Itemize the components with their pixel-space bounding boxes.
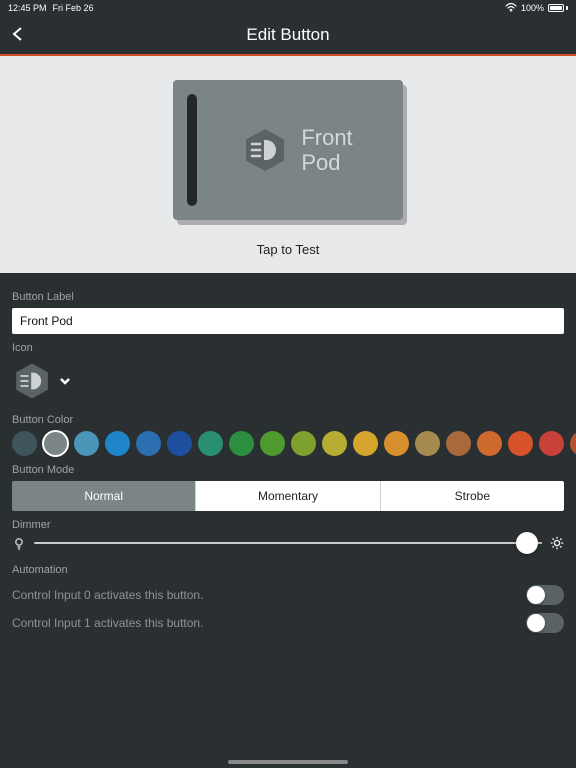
color-swatch[interactable] xyxy=(167,431,192,456)
label-icon: Icon xyxy=(12,342,564,354)
status-time: 12:45 PM xyxy=(8,3,47,13)
color-swatch[interactable] xyxy=(539,431,564,456)
color-swatch[interactable] xyxy=(477,431,502,456)
tap-to-test-label[interactable]: Tap to Test xyxy=(0,242,576,265)
color-swatch[interactable] xyxy=(229,431,254,456)
form-area: Button Label Icon Button Color Button Mo… xyxy=(0,273,576,647)
bulb-bright-icon xyxy=(550,536,564,550)
battery-percent: 100% xyxy=(521,3,544,13)
chevron-down-icon xyxy=(58,374,72,388)
headlight-icon xyxy=(12,361,52,401)
automation-text: Control Input 1 activates this button. xyxy=(12,616,203,630)
label-automation: Automation xyxy=(12,564,564,576)
button-label-input[interactable] xyxy=(12,308,564,334)
color-swatch[interactable] xyxy=(12,431,37,456)
color-swatch[interactable] xyxy=(43,431,68,456)
dimmer-row xyxy=(12,536,564,550)
back-button[interactable] xyxy=(10,26,30,46)
dimmer-thumb[interactable] xyxy=(516,532,538,554)
status-bar: 12:45 PM Fri Feb 26 100% xyxy=(0,0,576,16)
page-title: Edit Button xyxy=(246,25,329,45)
color-swatch[interactable] xyxy=(322,431,347,456)
preview-side-bar xyxy=(187,94,197,206)
label-button-mode: Button Mode xyxy=(12,464,564,476)
color-swatch[interactable] xyxy=(291,431,316,456)
mode-segmented: NormalMomentaryStrobe xyxy=(12,481,564,511)
color-swatch[interactable] xyxy=(105,431,130,456)
bulb-dim-icon xyxy=(12,536,26,550)
icon-picker[interactable] xyxy=(12,361,72,401)
battery-icon xyxy=(548,4,568,12)
mode-option[interactable]: Momentary xyxy=(195,481,379,511)
label-button-label: Button Label xyxy=(12,291,564,303)
mode-option[interactable]: Strobe xyxy=(380,481,564,511)
preview-area: Front Pod Tap to Test xyxy=(0,56,576,273)
headlight-icon xyxy=(241,126,289,174)
nav-bar: Edit Button xyxy=(0,16,576,56)
wifi-icon xyxy=(505,3,517,14)
label-button-color: Button Color xyxy=(12,414,564,426)
button-preview[interactable]: Front Pod xyxy=(173,80,403,220)
automation-list: Control Input 0 activates this button. Co… xyxy=(12,581,564,637)
automation-row: Control Input 1 activates this button. xyxy=(12,609,564,637)
color-swatch[interactable] xyxy=(353,431,378,456)
color-swatch[interactable] xyxy=(570,431,576,456)
color-swatch[interactable] xyxy=(415,431,440,456)
color-swatch[interactable] xyxy=(446,431,471,456)
mode-option[interactable]: Normal xyxy=(12,481,195,511)
home-indicator[interactable] xyxy=(228,760,348,764)
color-swatch[interactable] xyxy=(508,431,533,456)
automation-toggle[interactable] xyxy=(526,585,564,605)
automation-row: Control Input 0 activates this button. xyxy=(12,581,564,609)
automation-toggle[interactable] xyxy=(526,613,564,633)
color-swatch[interactable] xyxy=(384,431,409,456)
color-swatch[interactable] xyxy=(136,431,161,456)
color-swatch[interactable] xyxy=(74,431,99,456)
dimmer-slider[interactable] xyxy=(34,542,542,544)
automation-text: Control Input 0 activates this button. xyxy=(12,588,203,602)
color-swatch-row xyxy=(12,431,564,456)
color-swatch[interactable] xyxy=(198,431,223,456)
label-dimmer: Dimmer xyxy=(12,519,564,531)
status-date: Fri Feb 26 xyxy=(53,3,94,13)
preview-label: Front Pod xyxy=(301,125,352,176)
color-swatch[interactable] xyxy=(260,431,285,456)
